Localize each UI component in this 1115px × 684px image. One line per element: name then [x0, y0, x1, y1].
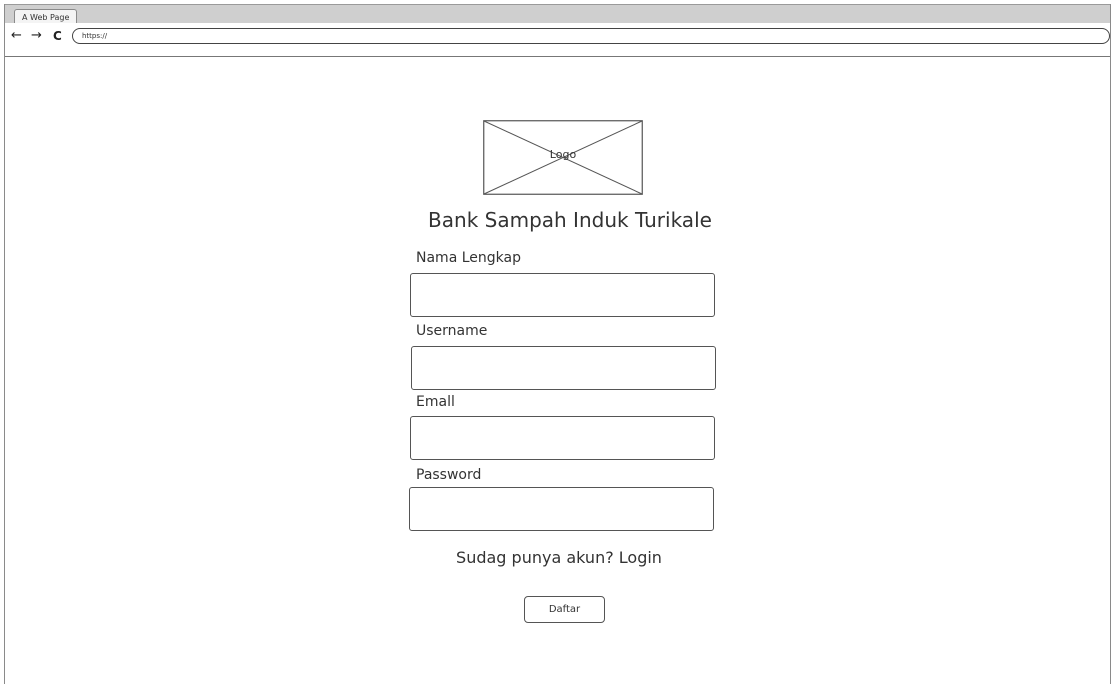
nama-lengkap-input[interactable]	[410, 273, 715, 317]
forward-arrow-icon[interactable]: →	[31, 27, 42, 45]
page-title: Bank Sampah Induk Turikale	[428, 208, 712, 232]
address-bar: ← → C https://	[5, 23, 1110, 57]
logo-label: Logo	[549, 148, 577, 161]
back-arrow-icon[interactable]: ←	[11, 27, 22, 45]
email-label: Emall	[416, 394, 455, 410]
url-field[interactable]: https://	[72, 28, 1110, 44]
login-link[interactable]: Sudag punya akun? Login	[400, 548, 718, 567]
username-label: Username	[416, 323, 488, 339]
password-label: Password	[416, 467, 482, 483]
logo-placeholder: Logo	[483, 120, 643, 195]
daftar-button[interactable]: Daftar	[524, 596, 605, 623]
email-input[interactable]	[410, 416, 715, 460]
username-input[interactable]	[411, 346, 716, 390]
reload-icon[interactable]: C	[53, 27, 62, 45]
nama-lengkap-label: Nama Lengkap	[416, 250, 521, 266]
password-input[interactable]	[409, 487, 714, 531]
browser-window: A Web Page ← → C https://	[4, 4, 1111, 684]
tab-bar: A Web Page	[5, 4, 1110, 25]
